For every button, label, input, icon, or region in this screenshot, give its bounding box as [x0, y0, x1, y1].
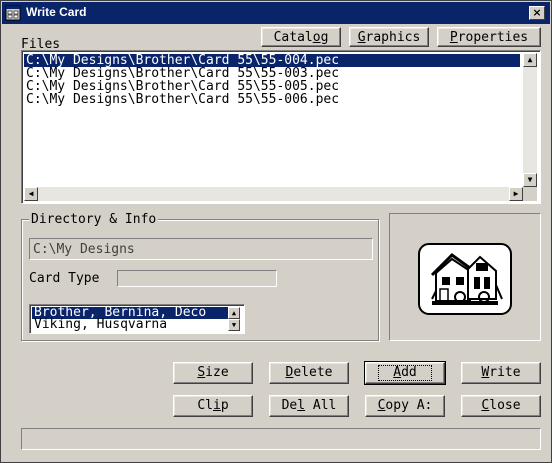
machine-type-option[interactable]: Viking, Husqvarna: [32, 318, 228, 331]
close-window-button[interactable]: ×: [529, 6, 545, 20]
close-icon: ×: [532, 6, 542, 19]
delete-all-button[interactable]: Del All: [269, 395, 349, 417]
directory-info-title: Directory & Info: [29, 212, 159, 227]
status-bar: [21, 428, 541, 450]
embroidery-design-thumbnail: [418, 243, 512, 315]
vertical-scrollbar[interactable]: [523, 53, 537, 187]
directory-path-text: C:\My Designs: [33, 242, 135, 257]
machine-type-listbox[interactable]: Brother, Bernina, Deco Viking, Husqvarna…: [29, 304, 245, 334]
scroll-down-arrow-icon[interactable]: ▼: [523, 173, 537, 187]
catalog-button[interactable]: Catalog: [261, 27, 341, 47]
scrollbar-corner: [523, 187, 537, 201]
directory-path-field[interactable]: C:\My Designs: [29, 238, 373, 260]
list-down-arrow-icon[interactable]: ▼: [228, 319, 240, 331]
card-type-field: [117, 270, 277, 287]
scroll-up-arrow-icon[interactable]: ▲: [523, 53, 537, 67]
delete-button[interactable]: Delete: [269, 362, 349, 384]
files-listbox[interactable]: C:\My Designs\Brother\Card 55\55-004.pec…: [21, 50, 541, 204]
design-preview-panel: [389, 213, 541, 341]
title-bar[interactable]: Write Card ×: [2, 2, 550, 24]
close-button[interactable]: Close: [461, 395, 541, 417]
copy-to-a-button[interactable]: Copy A:: [365, 395, 445, 417]
scroll-right-arrow-icon[interactable]: ▶: [509, 187, 523, 201]
card-type-label: Card Type: [29, 271, 100, 286]
add-button-focus: Add: [378, 365, 432, 381]
clip-button[interactable]: Clip: [173, 395, 253, 417]
file-row[interactable]: C:\My Designs\Brother\Card 55\55-006.pec: [24, 93, 520, 106]
write-button[interactable]: Write: [461, 362, 541, 384]
size-button[interactable]: Size: [173, 362, 253, 384]
add-button[interactable]: Add: [364, 361, 446, 385]
list-up-arrow-icon[interactable]: ▲: [228, 307, 240, 319]
graphics-button[interactable]: Graphics: [349, 27, 429, 47]
write-card-window: Write Card × Catalog Graphics Properties…: [0, 0, 552, 463]
scroll-left-arrow-icon[interactable]: ◀: [24, 187, 38, 201]
properties-button[interactable]: Properties: [437, 27, 541, 47]
window-title: Write Card: [26, 5, 87, 19]
horizontal-scrollbar[interactable]: [24, 187, 523, 201]
app-icon: [5, 5, 21, 21]
